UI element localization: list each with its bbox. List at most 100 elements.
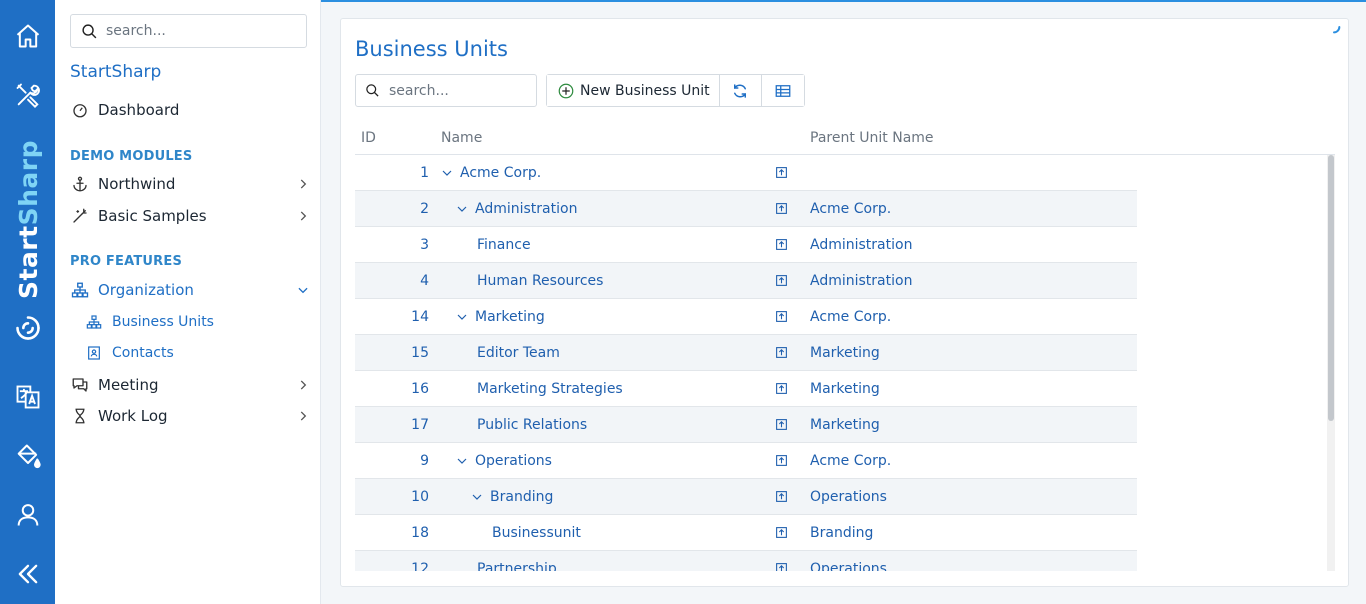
cell-parent-link[interactable]: Marketing	[810, 345, 880, 361]
chevron-down-icon[interactable]	[471, 491, 483, 503]
grid-header: ID Name Parent Unit Name	[355, 123, 1335, 155]
table-row[interactable]: 1 Acme Corp.	[355, 155, 1137, 191]
cell-parent-link[interactable]: Marketing	[810, 417, 880, 433]
grid-scrollbar[interactable]	[1327, 155, 1335, 571]
cell-parent-link[interactable]: Operations	[810, 489, 887, 505]
table-row[interactable]: 12 Partnership Operations	[355, 551, 1137, 571]
edit-icon[interactable]	[775, 310, 788, 323]
edit-icon[interactable]	[775, 166, 788, 179]
edit-icon[interactable]	[775, 454, 788, 467]
chevron-down-icon[interactable]	[456, 455, 468, 467]
cell-name-link[interactable]: Marketing	[456, 309, 545, 325]
sidebar-item-work-log[interactable]: Work Log	[70, 402, 310, 430]
cell-name-link[interactable]: Finance	[477, 237, 531, 253]
cell-id: 1	[420, 165, 429, 181]
cell-parent-link[interactable]: Administration	[810, 273, 912, 289]
contact-card-icon	[85, 344, 103, 362]
table-row[interactable]: 18 Businessunit Branding	[355, 515, 1137, 551]
chevron-down-icon[interactable]	[456, 311, 468, 323]
chevron-down-icon[interactable]	[456, 203, 468, 215]
chevron-right-icon	[300, 179, 307, 189]
page-title: Business Units	[355, 37, 508, 61]
paint-bucket-icon[interactable]	[0, 434, 55, 478]
translate-icon[interactable]	[0, 375, 55, 419]
brand-prefix: Start	[13, 225, 43, 300]
cell-name-link[interactable]: Operations	[456, 453, 552, 469]
refresh-button[interactable]	[719, 75, 762, 106]
sidebar-search[interactable]	[70, 14, 307, 48]
plus-circle-icon	[558, 83, 574, 98]
edit-icon[interactable]	[775, 346, 788, 359]
table-row[interactable]: 15 Editor Team Marketing	[355, 335, 1137, 371]
home-icon[interactable]	[0, 14, 55, 58]
column-header-parent[interactable]: Parent Unit Name	[810, 130, 934, 146]
grid-search-input[interactable]	[389, 82, 529, 99]
edit-icon[interactable]	[775, 418, 788, 431]
sidebar-item-label: Northwind	[98, 175, 176, 193]
cell-parent-link[interactable]: Acme Corp.	[810, 201, 891, 217]
section-demo-modules: DEMO MODULES	[70, 149, 193, 164]
column-header-name[interactable]: Name	[441, 130, 482, 146]
sidebar-item-dashboard[interactable]: Dashboard	[70, 96, 310, 124]
user-icon[interactable]	[0, 493, 55, 537]
cell-name-link[interactable]: Businessunit	[492, 525, 581, 541]
column-header-id[interactable]: ID	[361, 130, 376, 146]
edit-icon[interactable]	[775, 274, 788, 287]
sidebar-subitem-contacts[interactable]: Contacts	[85, 340, 310, 366]
sidebar-item-meeting[interactable]: Meeting	[70, 371, 310, 399]
table-row[interactable]: 14 Marketing Acme Corp.	[355, 299, 1137, 335]
table-row[interactable]: 17 Public Relations Marketing	[355, 407, 1137, 443]
edit-icon[interactable]	[775, 382, 788, 395]
grid-search[interactable]	[355, 74, 537, 107]
cell-parent-link[interactable]: Operations	[810, 561, 887, 571]
table-row[interactable]: 10 Branding Operations	[355, 479, 1137, 515]
edit-icon[interactable]	[775, 562, 788, 571]
cell-name-text: Businessunit	[492, 525, 581, 541]
edit-icon[interactable]	[775, 238, 788, 251]
sidebar-item-northwind[interactable]: Northwind	[70, 170, 310, 198]
cell-parent-link[interactable]: Administration	[810, 237, 912, 253]
cell-name-link[interactable]: Public Relations	[477, 417, 587, 433]
cell-id: 4	[420, 273, 429, 289]
cell-parent-link[interactable]: Branding	[810, 525, 873, 541]
sidebar-item-label: Basic Samples	[98, 207, 207, 225]
table-row[interactable]: 9 Operations Acme Corp.	[355, 443, 1137, 479]
chevron-down-icon[interactable]	[441, 167, 453, 179]
tools-icon[interactable]	[0, 73, 55, 117]
cell-name-link[interactable]: Editor Team	[477, 345, 560, 361]
cell-id: 9	[420, 453, 429, 469]
new-business-unit-button[interactable]: New Business Unit	[547, 75, 720, 106]
refresh-icon	[734, 83, 747, 98]
sidebar-search-input[interactable]	[106, 23, 286, 39]
gauge-icon	[70, 100, 90, 120]
cell-name-link[interactable]: Marketing Strategies	[477, 381, 623, 397]
edit-icon[interactable]	[775, 526, 788, 539]
section-pro-features: PRO FEATURES	[70, 254, 183, 269]
table-row[interactable]: 16 Marketing Strategies Marketing	[355, 371, 1137, 407]
chevron-right-icon	[300, 380, 307, 390]
cell-parent-link[interactable]: Acme Corp.	[810, 309, 891, 325]
cell-name-link[interactable]: Branding	[471, 489, 553, 505]
sidebar-subitem-business-units[interactable]: Business Units	[85, 309, 310, 335]
scrollbar-thumb[interactable]	[1328, 155, 1334, 421]
sidebar-item-basic-samples[interactable]: Basic Samples	[70, 202, 310, 230]
cell-parent-link[interactable]: Marketing	[810, 381, 880, 397]
collapse-icon[interactable]	[0, 552, 55, 596]
cell-name-link[interactable]: Acme Corp.	[441, 165, 541, 181]
table-row[interactable]: 4 Human Resources Administration	[355, 263, 1137, 299]
cell-name-link[interactable]: Partnership	[477, 561, 557, 571]
sitemap-icon	[70, 280, 90, 300]
brand-logo-icon	[0, 306, 55, 350]
cell-name-link[interactable]: Human Resources	[477, 273, 603, 289]
edit-icon[interactable]	[775, 490, 788, 503]
cell-name-text: Branding	[490, 489, 554, 505]
cell-parent-link[interactable]: Acme Corp.	[810, 453, 891, 469]
wand-icon	[70, 206, 90, 226]
edit-icon[interactable]	[775, 202, 788, 215]
column-picker-button[interactable]	[761, 75, 804, 106]
table-row[interactable]: 2 Administration Acme Corp.	[355, 191, 1137, 227]
sidebar-item-organization[interactable]: Organization	[70, 276, 310, 304]
cell-name-text: Acme Corp.	[460, 165, 542, 181]
cell-name-link[interactable]: Administration	[456, 201, 577, 217]
table-row[interactable]: 3 Finance Administration	[355, 227, 1137, 263]
